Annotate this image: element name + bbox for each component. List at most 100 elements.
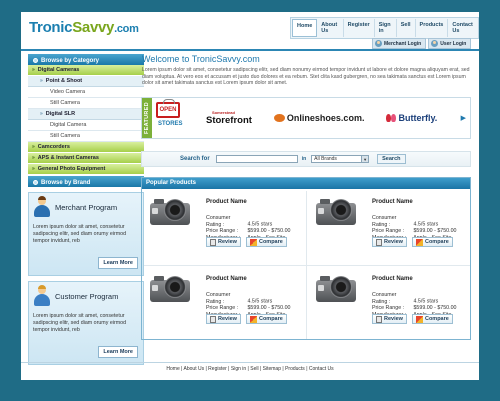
chevron-right-icon: » <box>32 155 35 161</box>
product-name[interactable]: Product Name <box>372 199 413 205</box>
compare-button[interactable]: Compare <box>411 237 453 247</box>
customer-program-box: Customer Program Lorem ipsum dolor sit a… <box>28 281 144 365</box>
review-button[interactable]: Review <box>372 237 407 247</box>
rating-label: Consumer Rating : <box>372 215 397 228</box>
compare-button[interactable]: Compare <box>411 314 453 324</box>
featured-stores-banner: FEATURED OPEN STORES Somerstead Storefro… <box>141 97 471 139</box>
featured-brands: Somerstead Storefront Onlineshoes.com. B… <box>206 110 437 126</box>
merchant-person-icon <box>33 196 51 217</box>
bullet-icon <box>33 58 38 63</box>
butterfly-icon <box>386 114 397 122</box>
logo-part-3: .com <box>114 23 139 35</box>
site-logo[interactable]: TronicSavvy.com <box>29 19 139 36</box>
rating-label: Consumer Rating : <box>206 292 231 305</box>
category-digital-slr[interactable]: » Digital SLR <box>28 109 144 120</box>
chevron-right-icon: » <box>40 111 43 117</box>
product-name[interactable]: Product Name <box>206 276 247 282</box>
review-icon <box>376 238 382 246</box>
page: TronicSavvy.com Home About Us Register S… <box>21 12 479 380</box>
category-label: General Photo Equipment <box>37 166 106 172</box>
category-label: Video Camera <box>50 89 86 95</box>
category-still-camera-2[interactable]: Still Camera <box>28 131 144 142</box>
search-bar: Search for in All Brands ▼ Search <box>141 151 471 167</box>
nav-sign-in[interactable]: Sign in <box>375 19 397 37</box>
footer-links[interactable]: Home | About Us | Register | Sign in | S… <box>21 366 479 372</box>
compare-button[interactable]: Compare <box>245 237 287 247</box>
category-label: Camcorders <box>37 144 70 150</box>
merchant-login-button[interactable]: Merchant Login <box>372 38 427 49</box>
review-button[interactable]: Review <box>206 237 241 247</box>
category-camcorders[interactable]: » Camcorders <box>28 142 144 153</box>
merchant-program-title: Merchant Program <box>55 202 118 212</box>
camera-image[interactable] <box>316 197 358 229</box>
rating-value: 4.5/5 stars <box>413 221 439 228</box>
nav-contact-us[interactable]: Contact Us <box>448 19 477 37</box>
welcome-heading: Welcome to TronicSavvy.com <box>142 54 260 64</box>
category-general-photo[interactable]: » General Photo Equipment <box>28 164 144 175</box>
category-aps-instant[interactable]: » APS & Instant Cameras <box>28 153 144 164</box>
bullet-icon <box>33 180 38 185</box>
brand-butterfly-label: Butterfly. <box>398 113 438 123</box>
popular-products-header: Popular Products <box>142 178 470 189</box>
product-card: Product Name Consumer Rating : 4.5/5 sta… <box>146 268 306 342</box>
nav-register[interactable]: Register <box>344 19 375 37</box>
product-name[interactable]: Product Name <box>372 276 413 282</box>
browse-category-label: Browse by Category <box>41 57 100 64</box>
compare-button[interactable]: Compare <box>245 314 287 324</box>
browse-brand-header[interactable]: Browse by Brand <box>28 176 144 187</box>
camera-image[interactable] <box>150 274 192 306</box>
merchant-learn-more-button[interactable]: Learn More <box>98 257 138 269</box>
nav-products[interactable]: Products <box>416 19 449 37</box>
merchant-login-label: Merchant Login <box>384 40 422 47</box>
search-button[interactable]: Search <box>377 154 406 164</box>
search-label: Search for <box>180 156 210 162</box>
compare-icon <box>415 238 423 246</box>
product-name[interactable]: Product Name <box>206 199 247 205</box>
merchant-program-box: Merchant Program Lorem ipsum dolor sit a… <box>28 192 144 276</box>
nav-home[interactable]: Home <box>292 19 318 37</box>
search-in-label: in <box>301 156 307 162</box>
merchant-program-text: Lorem ipsum dolor sit amet, consetetur s… <box>33 224 127 244</box>
compare-icon <box>249 315 257 323</box>
product-row-divider <box>144 265 470 266</box>
user-avatar-icon <box>431 40 439 47</box>
category-still-camera[interactable]: Still Camera <box>28 98 144 109</box>
category-point-and-shoot[interactable]: » Point & Shoot <box>28 76 144 87</box>
price-value: $599.00 - $750.00 <box>247 228 291 234</box>
next-arrow-icon[interactable]: ▶ <box>461 114 466 122</box>
popular-products-panel: Popular Products Product Name Consumer R… <box>141 177 471 340</box>
compare-label: Compare <box>258 239 283 245</box>
nav-sell[interactable]: Sell <box>397 19 416 37</box>
camera-image[interactable] <box>316 274 358 306</box>
brand-onlineshoes-logo[interactable]: Onlineshoes.com. <box>273 113 365 123</box>
category-label: Digital Camera <box>50 122 87 128</box>
customer-person-icon <box>33 285 51 306</box>
review-button[interactable]: Review <box>206 314 241 324</box>
camera-image[interactable] <box>150 197 192 229</box>
footer-divider <box>21 362 479 363</box>
nav-about-us[interactable]: About Us <box>317 19 344 37</box>
rating-value: 4.5/5 stars <box>247 221 273 228</box>
review-label: Review <box>218 239 237 245</box>
category-label: APS & Instant Cameras <box>37 155 99 161</box>
top-navigation: Home About Us Register Sign in Sell Prod… <box>290 17 479 39</box>
category-digital-cameras[interactable]: » Digital Cameras <box>28 65 144 76</box>
open-stores-sign: OPEN STORES <box>156 99 190 127</box>
brand-butterfly-logo[interactable]: Butterfly. <box>386 113 437 123</box>
brand-select-value: All Brands <box>314 156 337 162</box>
product-card: Product Name Consumer Rating : 4.5/5 sta… <box>146 191 306 265</box>
brand-onlineshoes-label: Onlineshoes.com. <box>286 113 365 123</box>
brand-select[interactable]: All Brands ▼ <box>311 155 370 163</box>
customer-learn-more-button[interactable]: Learn More <box>98 346 138 358</box>
review-icon <box>376 315 382 323</box>
review-button[interactable]: Review <box>372 314 407 324</box>
brand-storefront-logo[interactable]: Somerstead Storefront <box>206 110 252 126</box>
header-divider <box>21 49 479 51</box>
category-digital-camera[interactable]: Digital Camera <box>28 120 144 131</box>
category-video-camera[interactable]: Video Camera <box>28 87 144 98</box>
search-input[interactable] <box>215 155 298 163</box>
compare-label: Compare <box>424 239 449 245</box>
customer-program-text: Lorem ipsum dolor sit amet, consetetur s… <box>33 313 127 333</box>
compare-label: Compare <box>258 316 283 322</box>
user-login-button[interactable]: User Login <box>428 38 472 49</box>
